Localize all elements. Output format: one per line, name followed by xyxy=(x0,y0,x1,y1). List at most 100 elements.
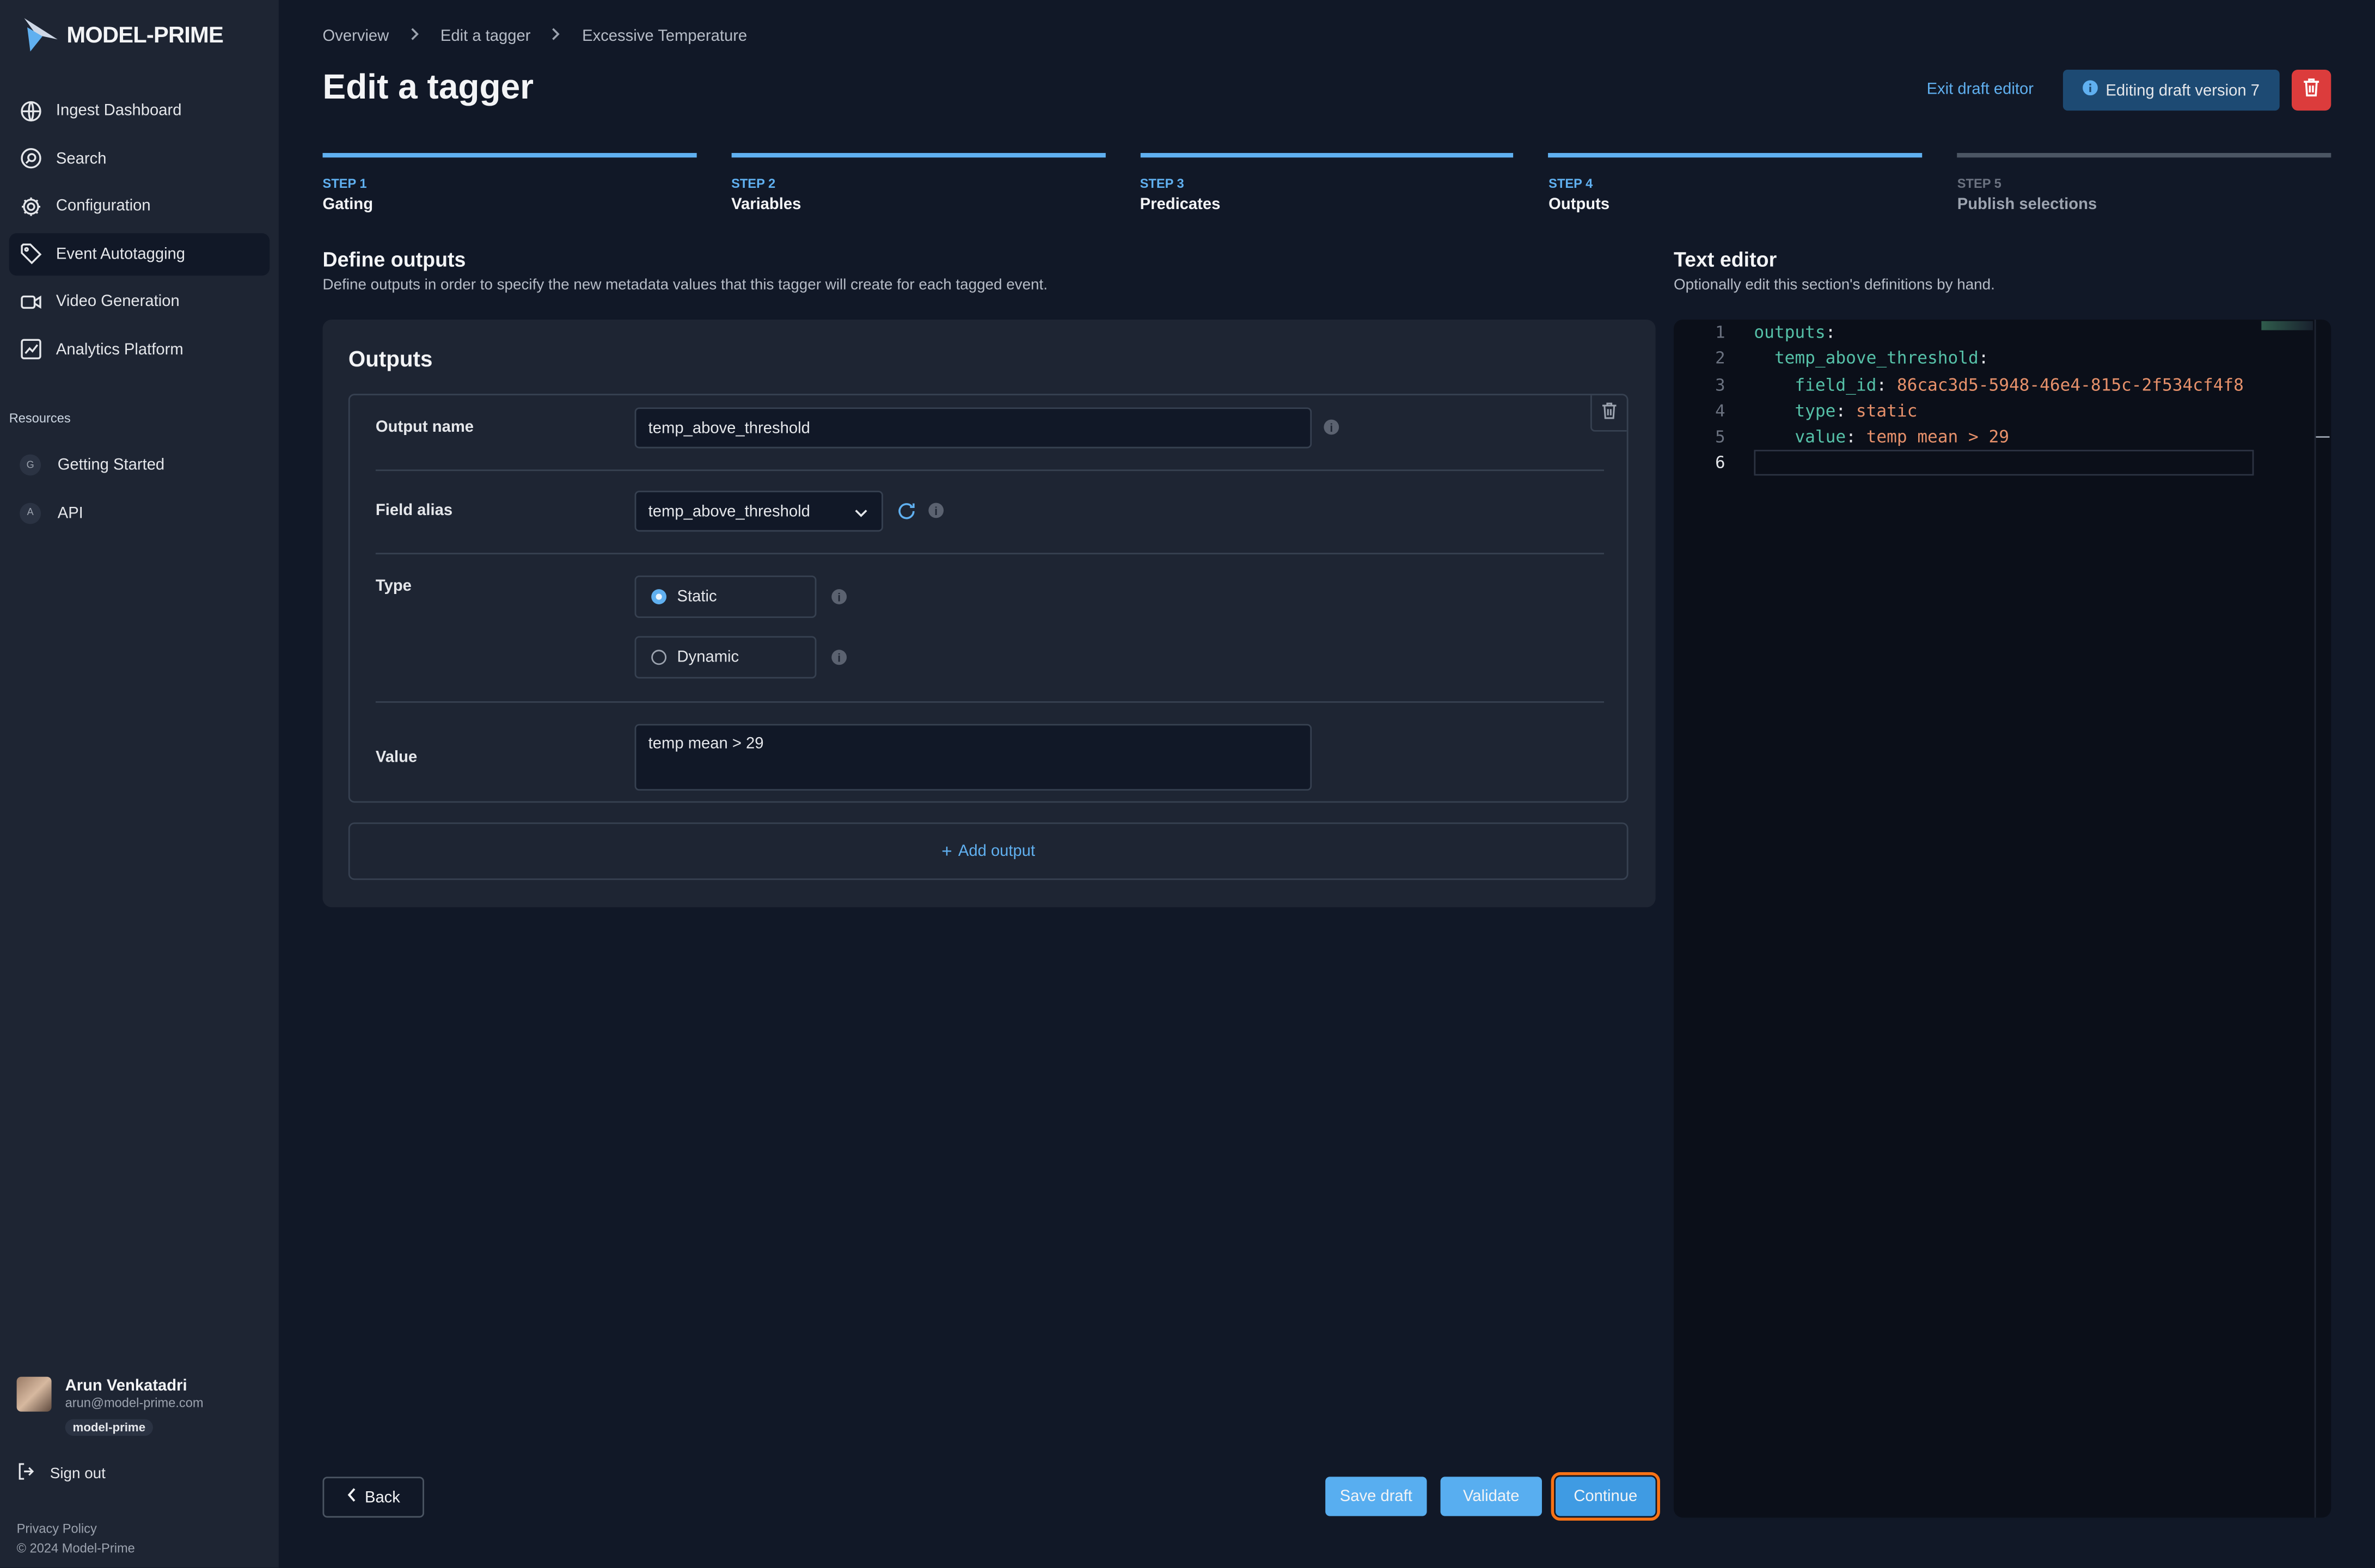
draft-version-badge[interactable]: Editing draft version 7 xyxy=(2062,69,2280,111)
sign-out-icon xyxy=(17,1462,36,1486)
yaml-colon: : xyxy=(1876,375,1897,395)
privacy-policy-link[interactable]: Privacy Policy xyxy=(17,1519,135,1539)
yaml-key: outputs xyxy=(1754,322,1826,342)
continue-button[interactable]: Continue xyxy=(1551,1472,1660,1521)
editor-scrollbar[interactable] xyxy=(2314,319,2316,1518)
draft-version-label: Editing draft version 7 xyxy=(2105,81,2260,100)
step-number: STEP 1 xyxy=(322,175,367,191)
code-line: outputs: xyxy=(1754,320,2254,346)
line-number: 3 xyxy=(1715,375,1725,395)
trash-icon xyxy=(1601,399,1618,426)
nav-item-search[interactable]: Search xyxy=(9,137,270,180)
step-publish-selections[interactable]: STEP 5 Publish selections xyxy=(1957,152,2331,214)
tag-icon xyxy=(18,242,42,266)
nav-item-ingest-dashboard[interactable]: Ingest Dashboard xyxy=(9,89,270,132)
type-static-option[interactable]: Static xyxy=(634,575,817,618)
code-editor[interactable]: 1 2 3 4 5 6 outputs: temp_above_threshol… xyxy=(1673,319,2331,1518)
value-textarea[interactable]: temp mean > 29 xyxy=(634,724,1312,791)
sign-out-button[interactable]: Sign out xyxy=(17,1462,106,1486)
breadcrumb-edit-tagger[interactable]: Edit a tagger xyxy=(440,27,531,45)
nav-item-analytics-platform[interactable]: Analytics Platform xyxy=(9,329,270,371)
radio-unchecked[interactable] xyxy=(651,650,667,665)
chart-icon xyxy=(18,338,42,362)
type-dynamic-option[interactable]: Dynamic xyxy=(634,636,817,679)
resource-badge: A xyxy=(20,502,41,524)
line-number-gutter: 1 2 3 4 5 6 xyxy=(1674,320,1734,477)
text-editor-description: Optionally edit this section's definitio… xyxy=(1673,277,1995,294)
step-name: Outputs xyxy=(1548,195,1610,214)
step-predicates[interactable]: STEP 3 Predicates xyxy=(1140,152,1514,213)
step-outputs[interactable]: STEP 4 Outputs xyxy=(1548,152,1923,214)
yaml-value: static xyxy=(1856,401,1918,421)
nav-item-label: Event Autotagging xyxy=(56,245,186,264)
nav-item-label: Analytics Platform xyxy=(56,340,183,359)
brand-logo[interactable]: MODEL-PRIME xyxy=(21,15,224,54)
add-output-button[interactable]: + Add output xyxy=(348,822,1629,880)
info-icon[interactable]: i xyxy=(831,589,847,604)
nav-item-configuration[interactable]: Configuration xyxy=(9,185,270,228)
define-outputs-title: Define outputs xyxy=(322,248,466,271)
yaml-key: value xyxy=(1795,427,1846,448)
field-alias-label: Field alias xyxy=(375,501,453,520)
user-name: Arun Venkatadri xyxy=(65,1376,187,1395)
step-number: STEP 2 xyxy=(731,175,776,191)
info-icon[interactable]: i xyxy=(1324,419,1339,435)
yaml-colon: : xyxy=(1825,322,1836,342)
nav-item-event-autotagging[interactable]: Event Autotagging xyxy=(9,232,270,275)
info-icon[interactable]: i xyxy=(928,503,944,518)
org-badge: model-prime xyxy=(65,1419,154,1436)
delete-draft-button[interactable] xyxy=(2291,69,2331,111)
row-divider xyxy=(375,701,1605,703)
refresh-icon[interactable] xyxy=(897,501,916,529)
copyright: © 2024 Model-Prime xyxy=(16,1540,135,1556)
video-icon xyxy=(18,290,42,314)
resource-item-api[interactable]: A API xyxy=(9,492,270,534)
resources-heading: Resources xyxy=(9,410,71,426)
save-draft-button[interactable]: Save draft xyxy=(1325,1477,1427,1516)
resource-item-getting-started[interactable]: G Getting Started xyxy=(9,444,270,486)
nav-item-label: Configuration xyxy=(56,197,151,216)
step-variables[interactable]: STEP 2 Variables xyxy=(731,152,1105,213)
breadcrumb-current[interactable]: Excessive Temperature xyxy=(582,27,747,45)
row-divider xyxy=(375,469,1605,471)
row-divider xyxy=(375,553,1605,555)
step-name: Publish selections xyxy=(1957,195,2097,214)
breadcrumb: Overview Edit a tagger Excessive Tempera… xyxy=(323,27,748,45)
step-gating[interactable]: STEP 1 Gating xyxy=(322,152,697,213)
nav-item-video-generation[interactable]: Video Generation xyxy=(9,281,270,323)
main-nav: Ingest Dashboard Search Configuration Ev… xyxy=(9,89,270,376)
sidebar-footer: Privacy Policy © 2024 Model-Prime xyxy=(17,1519,135,1558)
radio-checked[interactable] xyxy=(651,589,667,604)
logo-icon xyxy=(24,18,58,52)
chevron-right-icon xyxy=(552,27,561,45)
text-editor-title: Text editor xyxy=(1673,248,1777,271)
resource-label: API xyxy=(57,504,83,522)
code-line: temp_above_threshold: xyxy=(1754,346,2254,372)
line-number: 1 xyxy=(1715,322,1725,342)
outputs-panel: Outputs Output name temp_above_threshold… xyxy=(322,319,1656,908)
chevron-left-icon xyxy=(347,1487,356,1507)
output-name-input[interactable]: temp_above_threshold xyxy=(634,407,1312,449)
stepper: STEP 1 Gating STEP 2 Variables STEP 3 Pr… xyxy=(322,152,2331,214)
nav-item-label: Ingest Dashboard xyxy=(56,101,182,120)
yaml-colon: : xyxy=(1978,348,1989,369)
chevron-down-icon xyxy=(854,504,868,522)
user-email: arun@model-prime.com xyxy=(65,1395,204,1410)
back-button[interactable]: Back xyxy=(322,1477,424,1518)
yaml-key: temp_above_threshold xyxy=(1774,348,1979,369)
resource-label: Getting Started xyxy=(57,456,165,474)
exit-draft-editor-link[interactable]: Exit draft editor xyxy=(1927,80,2034,98)
user-profile[interactable]: Arun Venkatadri arun@model-prime.com mod… xyxy=(16,1376,204,1439)
define-outputs-description: Define outputs in order to specify the n… xyxy=(322,277,1048,294)
yaml-value: 86cac3d5-5948-46e4-815c-2f534cf4f8 xyxy=(1896,375,2244,395)
validate-button[interactable]: Validate xyxy=(1440,1477,1542,1516)
code-line: value: temp mean > 29 xyxy=(1754,424,2254,450)
outputs-title: Outputs xyxy=(348,348,433,373)
code-lines[interactable]: outputs: temp_above_threshold: field_id:… xyxy=(1754,320,2254,477)
resources-list: G Getting Started A API xyxy=(9,444,270,540)
field-alias-select[interactable]: temp_above_threshold xyxy=(634,491,883,532)
delete-output-button[interactable] xyxy=(1590,395,1627,432)
info-icon[interactable]: i xyxy=(831,650,847,665)
breadcrumb-overview[interactable]: Overview xyxy=(323,27,389,45)
